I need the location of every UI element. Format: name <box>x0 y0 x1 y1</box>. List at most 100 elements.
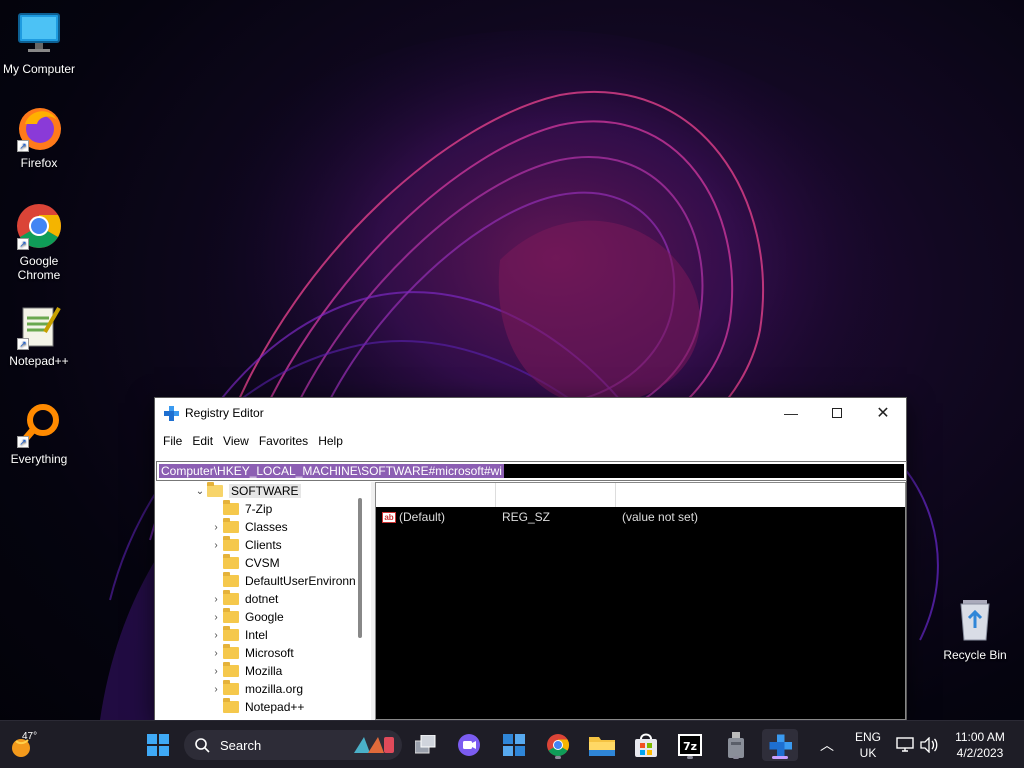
taskbar-search[interactable]: Search <box>184 730 402 760</box>
show-hidden-icons-button[interactable]: ︿ <box>820 721 834 768</box>
registry-editor-icon <box>769 734 792 757</box>
chevron-right-icon[interactable]: › <box>209 594 223 605</box>
tree-scrollbar[interactable] <box>358 498 362 638</box>
tree-node[interactable]: Notepad++ <box>155 698 371 716</box>
minimize-button[interactable]: — <box>768 398 814 427</box>
tree-node[interactable]: DefaultUserEnvironn <box>155 572 371 590</box>
maximize-icon <box>832 407 842 418</box>
tree-node[interactable]: › Intel <box>155 626 371 644</box>
value-row[interactable]: ab (Default) REG_SZ (value not set) <box>376 508 905 526</box>
menu-view[interactable]: View <box>218 434 254 448</box>
chevron-right-icon[interactable]: › <box>209 630 223 641</box>
clock[interactable]: 11:00 AM 4/2/2023 <box>948 721 1012 768</box>
column-header-name[interactable] <box>376 483 496 507</box>
address-text[interactable]: Computer\HKEY_LOCAL_MACHINE\SOFTWARE#mic… <box>159 464 504 478</box>
menu-edit[interactable]: Edit <box>187 434 218 448</box>
tree-node[interactable]: › mozilla.org <box>155 680 371 698</box>
weather-widget[interactable]: 47° <box>10 729 50 761</box>
chevron-right-icon[interactable]: › <box>209 540 223 551</box>
network-icon <box>896 737 914 752</box>
search-highlight-icon <box>354 737 394 753</box>
folder-icon <box>223 590 239 605</box>
tree-node[interactable]: CVSM <box>155 554 371 572</box>
tree-node-label: dotnet <box>245 592 279 606</box>
menu-file[interactable]: File <box>158 434 187 448</box>
values-pane[interactable]: ab (Default) REG_SZ (value not set) <box>375 482 906 720</box>
task-view-button[interactable] <box>410 729 442 761</box>
desktop-icon-notepadpp[interactable]: ↗ Notepad++ <box>1 302 77 368</box>
registry-editor-window[interactable]: Registry Editor — ✕ File Edit View Favor… <box>154 397 907 720</box>
recycle-bin-icon <box>951 596 999 644</box>
chat-icon <box>458 734 480 756</box>
chevron-right-icon[interactable]: › <box>209 684 223 695</box>
tree-node-software[interactable]: ⌄ SOFTWARE <box>155 482 371 500</box>
chevron-right-icon[interactable]: › <box>209 522 223 533</box>
taskbar-store[interactable] <box>630 729 662 761</box>
chat-button[interactable] <box>453 729 485 761</box>
tree-node[interactable]: › Mozilla <box>155 662 371 680</box>
desktop-icon-label: My Computer <box>2 62 76 76</box>
taskbar-usb-drive[interactable] <box>720 729 752 761</box>
taskbar-chrome[interactable] <box>542 729 574 761</box>
firefox-icon: ↗ <box>15 104 63 152</box>
menu-favorites[interactable]: Favorites <box>254 434 313 448</box>
widgets-button[interactable] <box>498 729 530 761</box>
close-button[interactable]: ✕ <box>860 398 906 427</box>
chevron-down-icon[interactable]: ⌄ <box>193 486 207 497</box>
tree-node[interactable]: › Google <box>155 608 371 626</box>
tree-node[interactable]: 7-Zip <box>155 500 371 518</box>
folder-open-icon <box>207 482 223 497</box>
search-icon <box>195 738 210 753</box>
address-bar[interactable]: Computer\HKEY_LOCAL_MACHINE\SOFTWARE#mic… <box>156 461 907 481</box>
menu-bar: File Edit View Favorites Help <box>155 427 906 454</box>
active-indicator <box>772 756 788 759</box>
start-icon <box>147 734 169 756</box>
value-name: (Default) <box>399 510 446 524</box>
tree-node-label: Mozilla <box>245 664 283 678</box>
shortcut-arrow-icon: ↗ <box>17 436 29 448</box>
taskbar-file-explorer[interactable] <box>586 729 618 761</box>
desktop-icon-everything[interactable]: ↗ Everything <box>1 400 77 466</box>
title-bar[interactable]: Registry Editor — ✕ <box>155 398 906 427</box>
menu-help[interactable]: Help <box>313 434 348 448</box>
tree-node[interactable]: › Microsoft <box>155 644 371 662</box>
desktop-icon-chrome[interactable]: ↗ Google Chrome <box>1 202 77 282</box>
shortcut-arrow-icon: ↗ <box>17 338 29 350</box>
value-data: (value not set) <box>622 510 699 524</box>
start-button[interactable] <box>142 729 174 761</box>
system-tray-icons[interactable] <box>896 721 938 768</box>
desktop-icon-my-computer[interactable]: My Computer <box>1 10 77 76</box>
column-header-type[interactable] <box>496 483 616 507</box>
notepadpp-icon: ↗ <box>15 302 63 350</box>
desktop-icon-label: Google Chrome <box>17 254 61 282</box>
folder-icon <box>223 662 239 677</box>
folder-icon <box>223 536 239 551</box>
tree-node[interactable]: › dotnet <box>155 590 371 608</box>
chevron-right-icon[interactable]: › <box>209 648 223 659</box>
tree-node[interactable]: › Classes <box>155 518 371 536</box>
tree-node-label: Notepad++ <box>245 700 305 714</box>
folder-icon <box>223 608 239 623</box>
folder-icon <box>223 572 239 587</box>
region-code: UK <box>859 746 877 760</box>
desktop-icon-recycle-bin[interactable]: Recycle Bin <box>937 596 1013 662</box>
taskbar-7zip[interactable]: 7z <box>674 729 706 761</box>
key-tree[interactable]: ⌄ SOFTWARE 7-Zip › Classes › Clients CVSM Defa… <box>155 482 371 720</box>
desktop-icon-label: Notepad++ <box>9 354 69 368</box>
running-indicator <box>687 756 693 759</box>
task-view-icon <box>415 735 436 754</box>
magnifier-icon: ↗ <box>15 400 63 448</box>
maximize-button[interactable] <box>814 398 860 427</box>
desktop-icon-firefox[interactable]: ↗ Firefox <box>1 104 77 170</box>
chevron-right-icon[interactable]: › <box>209 612 223 623</box>
store-icon <box>635 733 657 757</box>
tree-node[interactable]: › Clients <box>155 536 371 554</box>
tree-node-label: Microsoft <box>245 646 294 660</box>
column-header-data[interactable] <box>616 483 905 507</box>
value-type: REG_SZ <box>502 510 551 524</box>
taskbar-registry-editor[interactable] <box>762 729 798 761</box>
chevron-right-icon[interactable]: › <box>209 666 223 677</box>
language-indicator[interactable]: ENG UK <box>852 721 884 768</box>
svg-text:7z: 7z <box>683 740 697 753</box>
tree-node-label: Clients <box>245 538 282 552</box>
